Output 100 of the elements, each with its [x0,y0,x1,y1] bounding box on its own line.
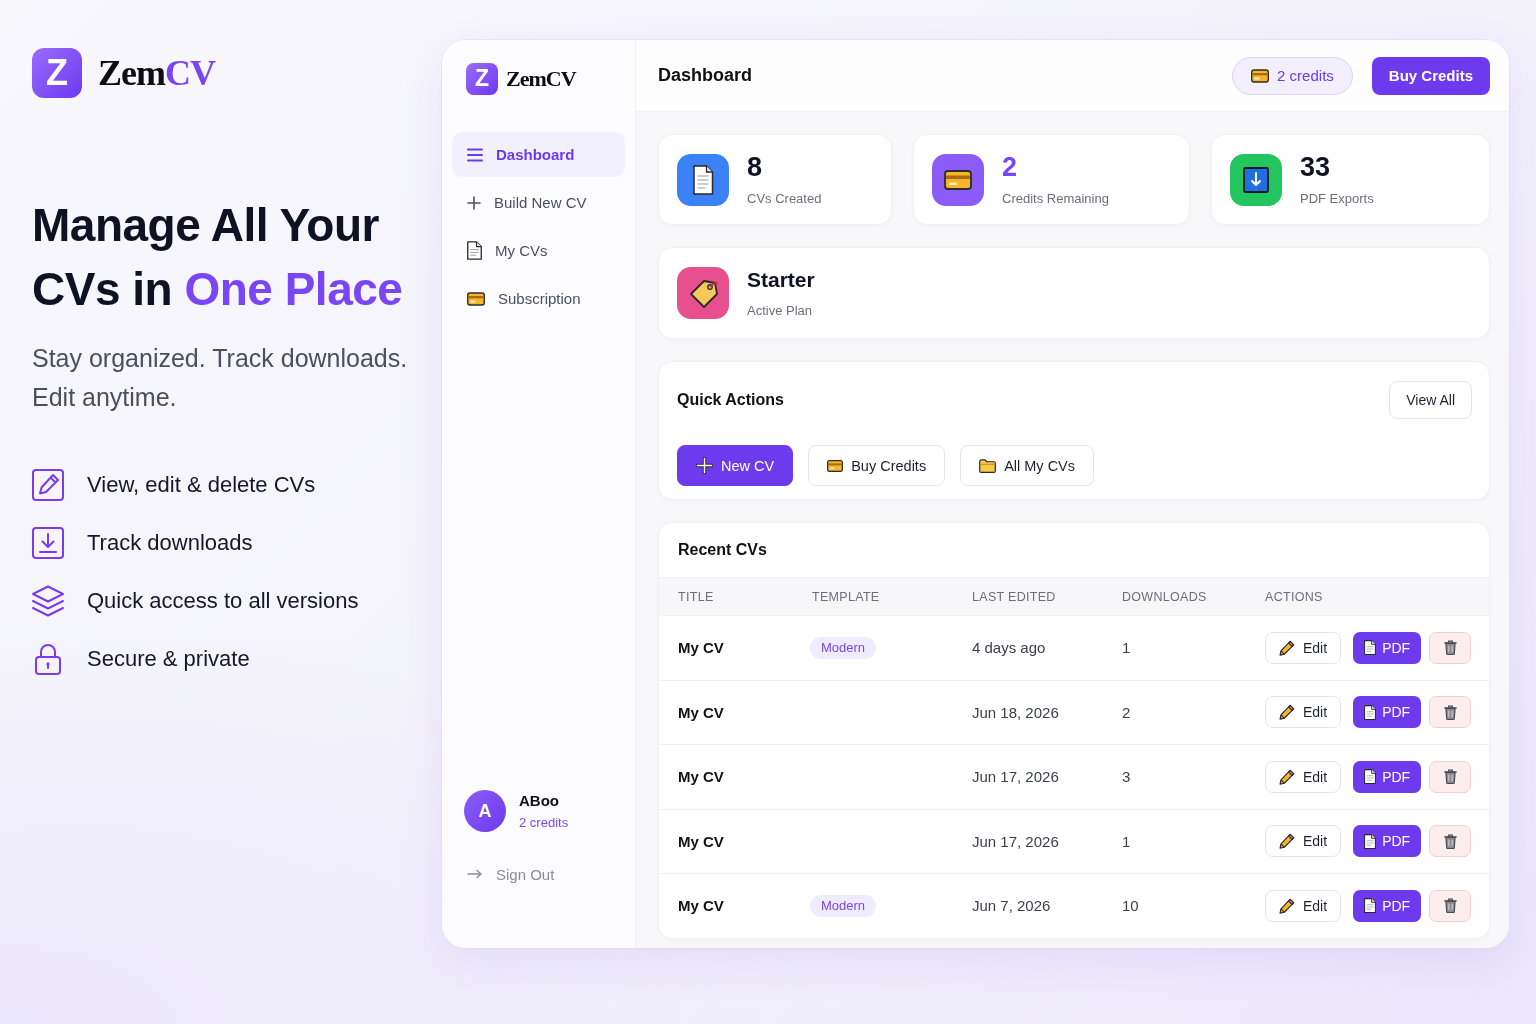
table-cell-text: My CV [678,639,725,657]
column-header: TITLE [678,589,715,604]
tag-icon [677,267,729,319]
feature-text: View, edit & delete CVs [87,472,316,498]
arrow-icon [467,869,483,879]
user-credits: 2 credits [519,815,569,830]
pencil-icon [1279,897,1295,914]
feature-text: Secure & private [87,646,250,672]
column-header: DOWNLOADS [1122,589,1208,604]
section-title: Recent CVs [678,541,767,559]
pdf-button[interactable]: PDF [1353,825,1422,858]
credit-card-icon [827,459,844,472]
stat-value: 33 [1300,153,1332,181]
stat-label: Credits Remaining [1002,190,1109,206]
edit-button[interactable]: Edit [1265,631,1342,664]
delete-button[interactable] [1429,696,1472,729]
nav-item[interactable]: My CVs [452,228,625,273]
delete-button[interactable] [1429,825,1472,858]
table-cell-text: Jun 17, 2026 [972,768,1060,786]
pdf-button[interactable]: PDF [1353,631,1422,664]
logo-text: ZemCV [98,52,215,94]
credit-card-icon [1251,68,1270,83]
plan-name: Starter [747,268,815,290]
table-cell-text: Jun 7, 2026 [972,897,1052,915]
pencil-icon [1279,833,1295,850]
pdf-button[interactable]: PDF [1353,889,1422,922]
trash-icon [1443,898,1457,914]
trash-icon [1443,704,1457,720]
pencil-icon [1279,768,1295,785]
template-tag: Modern [810,894,877,917]
table-cell-text: Jun 17, 2026 [972,832,1060,850]
document-icon [1364,704,1377,720]
column-header: LAST EDITED [972,589,1057,604]
credits-badge: 2 credits [1232,56,1353,95]
document-icon [1364,833,1377,849]
table-cell-text: 1 [1122,639,1132,657]
avatar: A [464,790,506,832]
table-cell-text: My CV [678,703,725,721]
pencil-square-icon [32,469,64,501]
document-icon [467,241,482,260]
lock-icon [32,643,64,675]
nav-item[interactable]: Subscription [452,276,625,321]
trash-icon [1443,640,1457,656]
quick-action-button[interactable]: All My CVs [960,445,1095,486]
plus-icon [467,195,481,210]
table-cell-text: 3 [1122,768,1132,786]
buy-credits-button[interactable]: Buy Credits [1371,56,1490,95]
credit-card-icon [467,291,485,306]
column-header: ACTIONS [1265,589,1324,604]
stat-value: 8 [747,153,764,181]
table-cell-text: 10 [1122,897,1140,915]
feature-text: Track downloads [87,530,253,556]
table-cell-text: My CV [678,832,725,850]
feature-text: Quick access to all versions [87,588,359,614]
download-icon [32,527,64,559]
table-cell-text: 1 [1122,832,1132,850]
edit-button[interactable]: Edit [1265,889,1342,922]
column-header: TEMPLATE [812,589,881,604]
trash-icon [1443,833,1457,849]
page-title: Dashboard [658,65,753,86]
trash-icon [1443,769,1457,785]
document-icon [1364,640,1377,656]
quick-action-button[interactable]: Buy Credits [808,445,946,486]
document-icon [1364,898,1377,914]
menu-icon [467,147,483,162]
user-name: ABoo [519,792,560,809]
edit-button[interactable]: Edit [1265,760,1342,793]
table-cell-text: Jun 18, 2026 [972,703,1060,721]
table-cell-text: My CV [678,768,725,786]
plan-label: Active Plan [747,302,814,318]
delete-button[interactable] [1429,631,1472,664]
pencil-icon [1279,704,1295,721]
table-cell-text: 4 days ago [972,639,1047,657]
logo-text: ZemCV [506,66,576,92]
template-tag: Modern [810,636,877,659]
delete-button[interactable] [1429,889,1472,922]
delete-button[interactable] [1429,760,1472,793]
headline: Manage All Your CVs in One Place [32,198,404,317]
table-cell-text: 2 [1122,703,1132,721]
edit-button[interactable]: Edit [1265,696,1342,729]
pdf-button[interactable]: PDF [1353,696,1422,729]
table-cell-text: My CV [678,897,725,915]
layers-icon [32,585,64,617]
view-all-button[interactable]: View All [1389,381,1472,419]
subtitle: Stay organized. Track downloads. Edit anytime. [32,343,409,413]
pencil-icon [1279,639,1295,656]
logo-mark: Z [466,63,498,95]
folder-icon [979,458,997,473]
plus-icon [696,457,713,474]
logo-mark: Z [32,48,82,98]
nav-item[interactable]: Build New CV [452,180,625,225]
stat-label: PDF Exports [1300,190,1374,206]
pdf-button[interactable]: PDF [1353,760,1422,793]
edit-button[interactable]: Edit [1265,825,1342,858]
nav-item[interactable]: Dashboard [452,132,625,177]
stat-label: CVs Created [747,190,822,206]
quick-action-button[interactable]: New CV [677,445,794,486]
section-title: Quick Actions [677,391,784,409]
document-icon [1364,769,1377,785]
stat-value: 2 [1002,153,1019,181]
